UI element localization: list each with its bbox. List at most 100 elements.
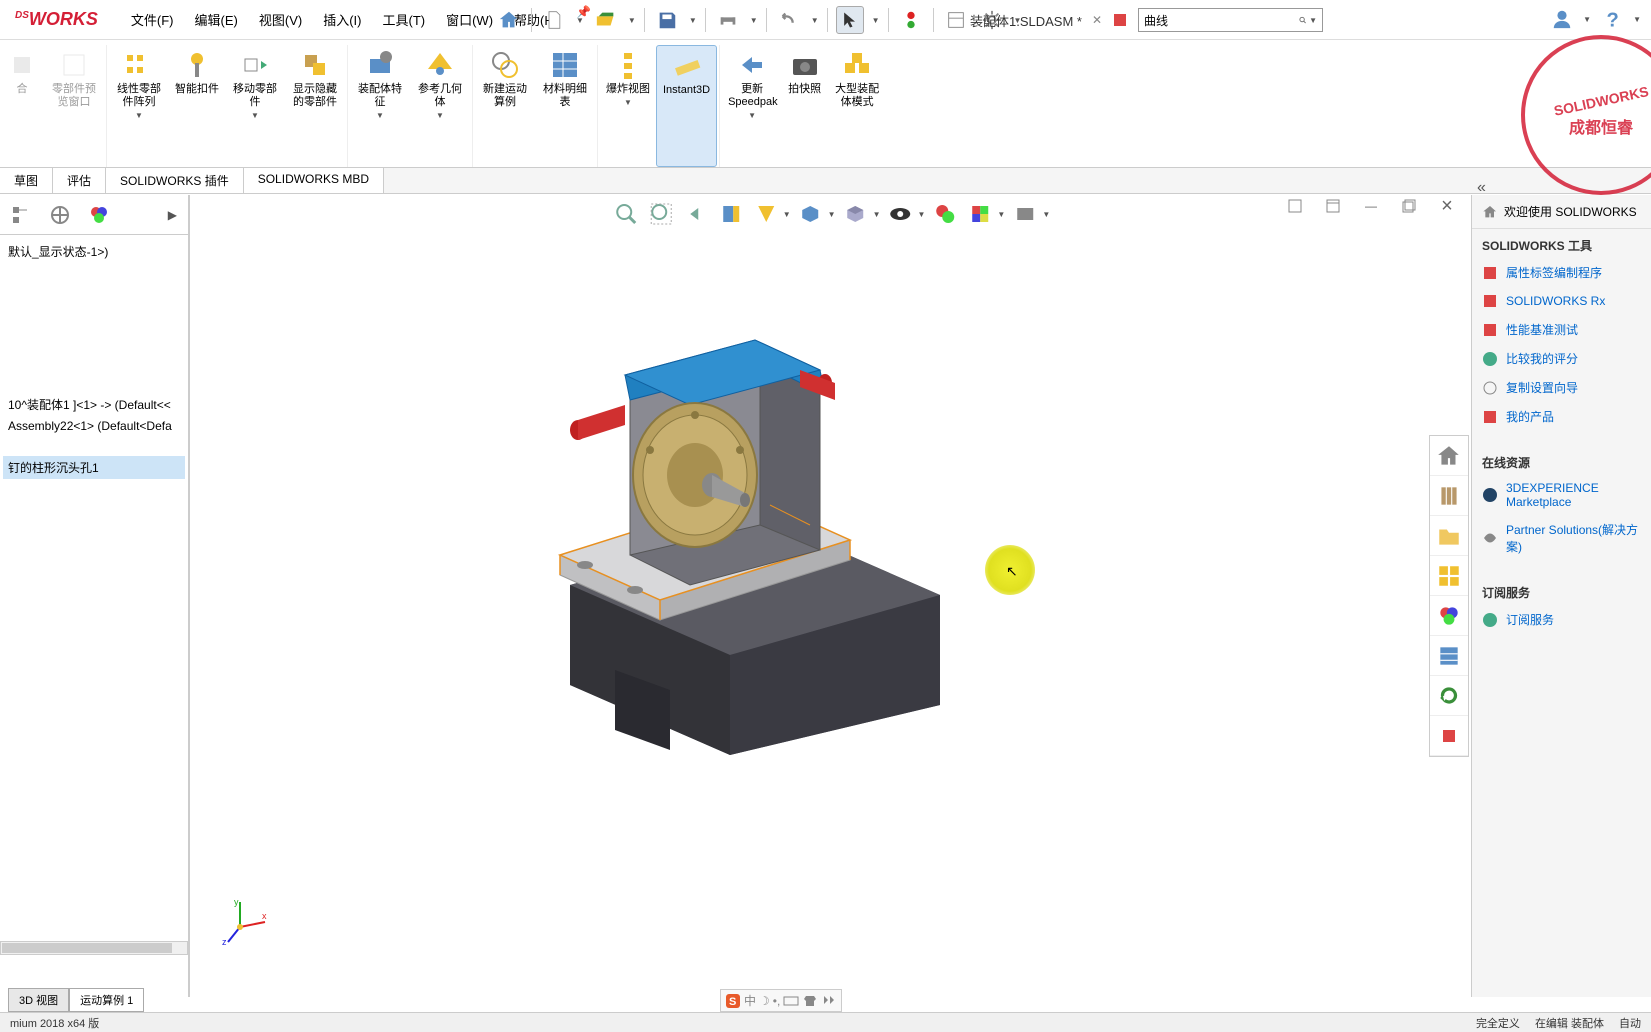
ribbon-show-hidden[interactable]: 显示隐藏的零部件 xyxy=(285,45,345,167)
link-my-products[interactable]: 我的产品 xyxy=(1472,402,1651,431)
dropdown-arrow-icon[interactable]: ▼ xyxy=(1309,16,1317,25)
select-icon[interactable] xyxy=(836,6,864,34)
tp-file-explorer-icon[interactable] xyxy=(1430,516,1468,556)
previous-view-icon[interactable] xyxy=(681,199,711,229)
ribbon-speedpak[interactable]: 更新Speedpak ▼ xyxy=(722,45,782,167)
ime-keyboard-icon[interactable] xyxy=(783,993,799,1009)
collapse-task-pane-icon[interactable]: « xyxy=(1477,179,1486,197)
tab-evaluate[interactable]: 评估 xyxy=(53,168,106,193)
options-icon[interactable] xyxy=(942,6,970,34)
tp-home-icon[interactable] xyxy=(1430,436,1468,476)
vp-maximize-icon[interactable] xyxy=(1395,195,1423,217)
ime-lang[interactable]: 中 xyxy=(744,992,756,1009)
hide-show-icon[interactable] xyxy=(886,199,916,229)
link-property-tag-builder[interactable]: 属性标签编制程序 xyxy=(1472,258,1651,287)
tp-appearances-icon[interactable] xyxy=(1430,596,1468,636)
vp-minimize-icon[interactable]: — xyxy=(1357,195,1385,217)
ribbon-assembly-feature[interactable]: 装配体特征 ▼ xyxy=(350,45,410,167)
link-solidworks-rx[interactable]: SOLIDWORKS Rx xyxy=(1472,287,1651,315)
ribbon-linear-pattern[interactable]: 线性零部件阵列 ▼ xyxy=(109,45,169,167)
fm-expand-arrow[interactable]: ▶ xyxy=(160,208,185,222)
link-marketplace[interactable]: 3DEXPERIENCE Marketplace xyxy=(1472,475,1651,515)
dropdown-arrow-icon[interactable]: ▼ xyxy=(783,210,791,219)
tp-view-palette-icon[interactable] xyxy=(1430,556,1468,596)
tp-custom-props-icon[interactable] xyxy=(1430,636,1468,676)
vp-close-icon[interactable]: × xyxy=(1433,195,1461,217)
link-partner-solutions[interactable]: Partner Solutions(解决方案) xyxy=(1472,515,1651,561)
new-icon[interactable] xyxy=(540,6,568,34)
zoom-fit-icon[interactable] xyxy=(611,199,641,229)
tp-refresh-icon[interactable] xyxy=(1430,676,1468,716)
fm-tab-tree[interactable] xyxy=(3,199,39,231)
search-icon[interactable] xyxy=(1299,13,1306,27)
tab-3d-view[interactable]: 3D 视图 xyxy=(8,988,69,1012)
search-input[interactable] xyxy=(1144,13,1299,27)
dropdown-arrow-icon[interactable]: ▼ xyxy=(689,16,697,25)
tree-subassembly1[interactable]: 10^装配体1 ]<1> -> (Default<< xyxy=(3,393,185,416)
dropdown-arrow-icon[interactable]: ▼ xyxy=(1042,210,1050,219)
tree-subassembly2[interactable]: Assembly22<1> (Default<Defa xyxy=(3,416,185,436)
rebuild-icon[interactable] xyxy=(897,6,925,34)
user-icon[interactable] xyxy=(1551,8,1573,30)
ime-comma-icon[interactable]: •, xyxy=(773,994,781,1008)
tab-sketch[interactable]: 草图 xyxy=(0,168,53,193)
menu-window[interactable]: 窗口(W) xyxy=(438,5,501,34)
vp-restore2-icon[interactable] xyxy=(1319,195,1347,217)
horizontal-scrollbar[interactable] xyxy=(0,941,188,955)
tab-plugins[interactable]: SOLIDWORKS 插件 xyxy=(106,168,244,193)
ribbon-instant3d[interactable]: Instant3D xyxy=(656,45,717,167)
dropdown-arrow-icon[interactable]: ▼ xyxy=(828,210,836,219)
dropdown-arrow-icon[interactable]: ▼ xyxy=(576,16,584,25)
zoom-area-icon[interactable] xyxy=(646,199,676,229)
apply-scene-icon[interactable] xyxy=(965,199,995,229)
tp-forum-icon[interactable] xyxy=(1430,716,1468,756)
tp-design-library-icon[interactable] xyxy=(1430,476,1468,516)
menu-edit[interactable]: 编辑(E) xyxy=(187,5,246,34)
ribbon-bom[interactable]: 材料明细表 xyxy=(535,45,595,167)
graphics-viewport[interactable]: ▼ ▼ ▼ ▼ ▼ ▼ — × xyxy=(190,195,1471,997)
link-subscription[interactable]: 订阅服务 xyxy=(1472,605,1651,634)
link-benchmark[interactable]: 性能基准测试 xyxy=(1472,315,1651,344)
link-copy-settings[interactable]: 复制设置向导 xyxy=(1472,373,1651,402)
dropdown-arrow-icon[interactable]: ▼ xyxy=(872,16,880,25)
view-setting-icon[interactable] xyxy=(1010,199,1040,229)
ribbon-snapshot[interactable]: 拍快照 xyxy=(782,45,827,167)
feature-tree[interactable]: 默认_显示状态-1>) 10^装配体1 ]<1> -> (Default<< A… xyxy=(0,235,188,997)
ime-toolbar[interactable]: S 中 ☽ •, xyxy=(720,989,842,1012)
section-view-icon[interactable] xyxy=(716,199,746,229)
view-orientation-icon[interactable] xyxy=(796,199,826,229)
coordinate-triad[interactable]: x y z xyxy=(220,897,270,947)
ribbon-move-component[interactable]: 移动零部件 ▼ xyxy=(225,45,285,167)
fm-tab-config[interactable] xyxy=(42,199,78,231)
ime-moon-icon[interactable]: ☽ xyxy=(759,994,770,1008)
edit-appearance-icon[interactable] xyxy=(930,199,960,229)
dropdown-arrow-icon[interactable]: ▼ xyxy=(750,16,758,25)
dynamic-annotation-icon[interactable] xyxy=(751,199,781,229)
menu-view[interactable]: 视图(V) xyxy=(251,5,310,34)
dropdown-arrow-icon[interactable]: ▼ xyxy=(628,16,636,25)
dropdown-arrow-icon[interactable]: ▼ xyxy=(873,210,881,219)
dropdown-arrow-icon[interactable]: ▼ xyxy=(997,210,1005,219)
ribbon-exploded-view[interactable]: 爆炸视图 ▼ xyxy=(600,45,656,167)
menu-insert[interactable]: 插入(I) xyxy=(315,5,369,34)
ribbon-large-assembly[interactable]: 大型装配体模式 xyxy=(827,45,887,167)
menu-tools[interactable]: 工具(T) xyxy=(374,5,433,34)
link-compare-score[interactable]: 比较我的评分 xyxy=(1472,344,1651,373)
undo-icon[interactable] xyxy=(775,6,803,34)
tab-motion-study[interactable]: 运动算例 1 xyxy=(69,988,144,1012)
tree-counterbore-hole[interactable]: 钉的柱形沉头孔1 xyxy=(3,456,185,479)
tab-mbd[interactable]: SOLIDWORKS MBD xyxy=(244,168,384,193)
open-icon[interactable] xyxy=(592,6,620,34)
vp-restore1-icon[interactable] xyxy=(1281,195,1309,217)
dropdown-arrow-icon[interactable]: ▼ xyxy=(811,16,819,25)
help-icon[interactable]: ? xyxy=(1601,8,1623,30)
fm-tab-appearance[interactable] xyxy=(81,199,117,231)
ribbon-motion-study[interactable]: 新建运动算例 xyxy=(475,45,535,167)
save-icon[interactable] xyxy=(653,6,681,34)
ribbon-reference-geometry[interactable]: 参考几何体 ▼ xyxy=(410,45,470,167)
tree-display-state[interactable]: 默认_显示状态-1>) xyxy=(3,240,185,263)
ime-skin-icon[interactable] xyxy=(802,993,818,1009)
ime-tools-icon[interactable] xyxy=(821,993,837,1009)
menu-file[interactable]: 文件(F) xyxy=(123,5,182,34)
search-box[interactable]: ▼ xyxy=(1138,8,1323,32)
